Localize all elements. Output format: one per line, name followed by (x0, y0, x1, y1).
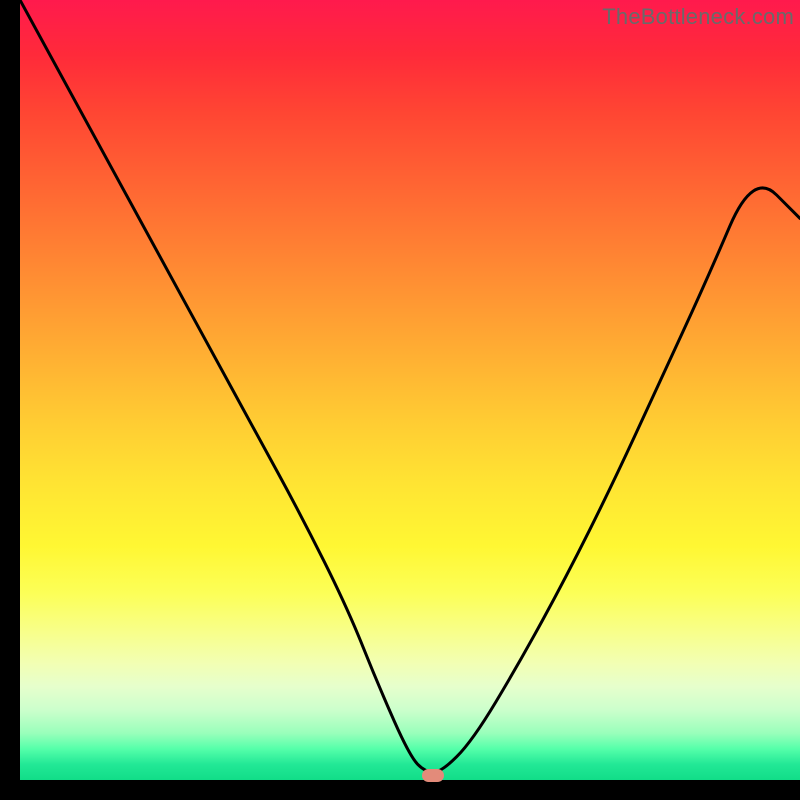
bottleneck-chart: TheBottleneck.com (0, 0, 800, 800)
optimal-point-marker (422, 769, 444, 782)
curve-layer (20, 0, 800, 780)
plot-area (20, 0, 800, 780)
bottleneck-curve-line (20, 0, 800, 772)
watermark-text: TheBottleneck.com (602, 4, 794, 30)
